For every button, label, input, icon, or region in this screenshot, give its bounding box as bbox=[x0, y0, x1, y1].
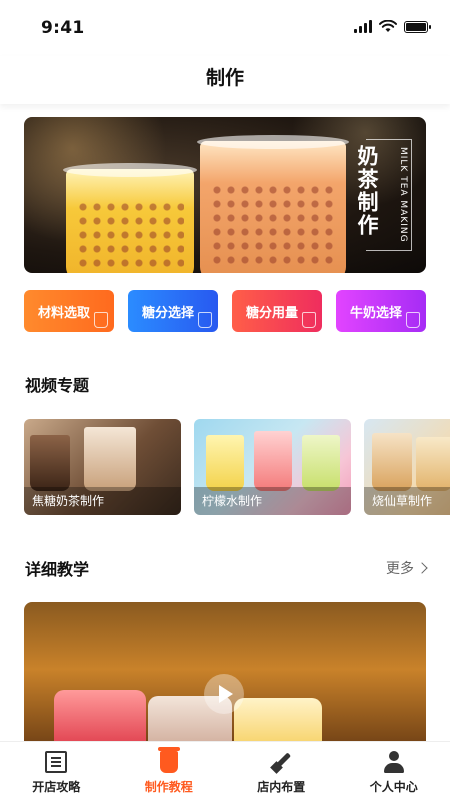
tab-store-layout[interactable]: 店内布置 bbox=[225, 742, 338, 800]
tutorial-section-title: 详细教学 bbox=[25, 560, 90, 579]
status-icons bbox=[354, 20, 431, 33]
chevron-right-icon bbox=[416, 562, 428, 574]
video-thumb-cup bbox=[254, 431, 292, 491]
video-card[interactable]: 焦糖奶茶制作 bbox=[24, 419, 181, 515]
sugar-amount-button[interactable]: 糖分用量 bbox=[232, 290, 322, 332]
tab-profile[interactable]: 个人中心 bbox=[338, 742, 450, 800]
sugar-type-button[interactable]: 糖分选择 bbox=[128, 290, 218, 332]
quick-action-label: 牛奶选择 bbox=[350, 305, 403, 321]
video-thumb-cup bbox=[84, 427, 136, 491]
milk-choice-button[interactable]: 牛奶选择 bbox=[336, 290, 426, 332]
status-time: 9:41 bbox=[41, 18, 85, 38]
video-thumb-cup bbox=[206, 435, 244, 491]
cup-icon bbox=[302, 312, 316, 328]
user-icon bbox=[383, 751, 405, 773]
book-icon bbox=[45, 751, 68, 773]
video-card[interactable]: 柠檬水制作 bbox=[194, 419, 351, 515]
quick-action-row: 材料选取 糖分选择 糖分用量 牛奶选择 bbox=[24, 290, 426, 332]
hero-cup-image bbox=[197, 135, 349, 273]
hero-title: 奶茶制作 bbox=[355, 145, 379, 237]
video-card-label: 焦糖奶茶制作 bbox=[24, 487, 181, 515]
cup-icon bbox=[198, 312, 212, 328]
brush-icon bbox=[270, 751, 292, 773]
nav-header: 制作 bbox=[0, 56, 450, 104]
tab-shop-guide[interactable]: 开店攻略 bbox=[0, 742, 113, 800]
tutorial-video-banner[interactable] bbox=[24, 602, 426, 752]
tab-label: 店内布置 bbox=[257, 780, 306, 794]
bottom-tab-bar: 开店攻略 制作教程 店内布置 个人中心 bbox=[0, 741, 450, 800]
signal-icon bbox=[354, 20, 372, 33]
video-card[interactable]: 烧仙草制作 bbox=[364, 419, 450, 515]
cup-icon bbox=[406, 312, 420, 328]
video-card-label: 烧仙草制作 bbox=[364, 487, 450, 515]
video-thumb-cup bbox=[302, 435, 340, 491]
materials-button[interactable]: 材料选取 bbox=[24, 290, 114, 332]
tab-making-tutorial[interactable]: 制作教程 bbox=[113, 742, 226, 800]
page-title: 制作 bbox=[205, 67, 244, 89]
hero-cup-image bbox=[63, 163, 197, 273]
play-icon[interactable] bbox=[204, 674, 244, 714]
tab-label: 个人中心 bbox=[369, 780, 418, 794]
quick-action-label: 材料选取 bbox=[38, 305, 91, 321]
video-thumb-cup bbox=[416, 437, 450, 491]
more-label: 更多 bbox=[386, 561, 414, 577]
video-thumb-cup bbox=[30, 435, 70, 491]
quick-action-label: 糖分用量 bbox=[246, 305, 299, 321]
hero-subtitle: MILK TEA MAKING bbox=[398, 147, 408, 243]
status-bar: 9:41 bbox=[0, 0, 450, 56]
video-carousel[interactable]: 焦糖奶茶制作 柠檬水制作 烧仙草制作 bbox=[24, 419, 450, 515]
quick-action-label: 糖分选择 bbox=[142, 305, 195, 321]
battery-icon bbox=[404, 20, 431, 33]
hero-banner[interactable]: 奶茶制作 MILK TEA MAKING bbox=[24, 117, 426, 273]
more-link[interactable]: 更多 bbox=[386, 558, 428, 578]
cup-icon bbox=[157, 747, 180, 773]
video-section-title: 视频专题 bbox=[25, 376, 90, 395]
cup-icon bbox=[94, 312, 108, 328]
video-thumb-cup bbox=[372, 433, 412, 491]
video-card-label: 柠檬水制作 bbox=[194, 487, 351, 515]
tab-label: 开店攻略 bbox=[32, 780, 81, 794]
wifi-icon bbox=[379, 20, 397, 32]
tab-label: 制作教程 bbox=[144, 780, 193, 794]
